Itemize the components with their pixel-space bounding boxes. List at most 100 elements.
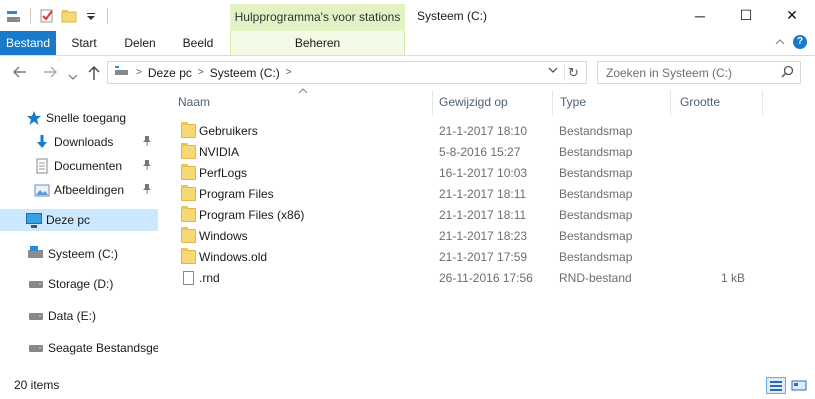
nav-item-deze-pc[interactable]: Deze pc (0, 209, 158, 231)
folder-icon (181, 206, 196, 222)
file-name: NVIDIA (199, 145, 240, 159)
large-icons-view-button[interactable] (789, 377, 809, 394)
nav-item-seagate[interactable]: Seagate Bestandsges (0, 337, 158, 359)
help-button[interactable]: ? (793, 35, 807, 49)
pin-icon[interactable] (142, 135, 152, 149)
column-divider[interactable] (670, 90, 671, 115)
back-arrow-icon[interactable] (12, 65, 28, 82)
drive-properties-icon[interactable] (6, 8, 22, 24)
drive-icon (28, 276, 44, 292)
breadcrumb-separator-icon: > (136, 67, 142, 78)
column-header-gewijzigd-op[interactable]: Gewijzigd op (439, 90, 551, 115)
tab-beheren[interactable]: Beheren (230, 31, 405, 55)
folder-icon (181, 143, 196, 159)
file-row[interactable]: NVIDIA 5-8-2016 15:27 Bestandsmap (175, 142, 755, 163)
file-modified: 16-1-2017 10:03 (439, 166, 528, 180)
file-type: RND-bestand (559, 271, 632, 285)
address-bar[interactable]: > Deze pc > Systeem (C:) > ↻ (107, 61, 587, 84)
file-modified: 21-1-2017 18:23 (439, 229, 528, 243)
file-name: Windows.old (199, 250, 268, 264)
file-size: 1 kB (720, 271, 745, 285)
customize-toolbar-icon[interactable] (83, 8, 99, 24)
breadcrumb-separator-icon[interactable]: > (286, 67, 292, 78)
column-header-type[interactable]: Type (560, 90, 668, 115)
ribbon-tab-bar: Bestand Start Delen Beeld Beheren (0, 31, 815, 56)
computer-small-icon (114, 64, 130, 81)
column-header-grootte[interactable]: Grootte (680, 90, 760, 115)
column-header-naam[interactable]: Naam (178, 90, 430, 115)
nav-item-storage-d[interactable]: Storage (D:) (0, 273, 158, 295)
nav-item-documenten[interactable]: Documenten (0, 155, 158, 177)
close-button[interactable]: ✕ (769, 0, 815, 31)
recent-locations-icon[interactable] (68, 68, 78, 84)
minimize-icon: ─ (695, 7, 705, 24)
file-type: Bestandsmap (559, 187, 633, 201)
file-icon (183, 271, 194, 285)
breadcrumb-separator-icon[interactable]: > (198, 67, 204, 78)
toolbar-separator (107, 8, 108, 24)
file-type: Bestandsmap (559, 250, 633, 264)
address-dropdown-icon[interactable] (548, 65, 558, 77)
windows-drive-icon (28, 246, 44, 262)
file-row[interactable]: PerfLogs 16-1-2017 10:03 Bestandsmap (175, 163, 755, 184)
file-type: Bestandsmap (559, 166, 633, 180)
nav-item-afbeeldingen[interactable]: Afbeeldingen (0, 179, 158, 201)
nav-item-label: Snelle toegang (46, 111, 127, 125)
nav-item-snelle-toegang[interactable]: Snelle toegang (0, 107, 158, 129)
computer-icon (26, 212, 42, 228)
nav-item-label: Data (E:) (48, 309, 97, 323)
file-row[interactable]: Program Files (x86) 21-1-2017 18:11 Best… (175, 205, 755, 226)
tab-delen[interactable]: Delen (112, 31, 168, 55)
maximize-icon: ☐ (739, 7, 753, 23)
refresh-icon[interactable]: ↻ (564, 64, 582, 81)
tab-bestand[interactable]: Bestand (0, 31, 56, 55)
file-row[interactable]: Windows 21-1-2017 18:23 Bestandsmap (175, 226, 755, 247)
nav-item-label: Storage (D:) (48, 277, 114, 291)
folder-icon (181, 185, 196, 201)
nav-item-label: Afbeeldingen (54, 183, 125, 197)
file-row[interactable]: Windows.old 21-1-2017 17:59 Bestandsmap (175, 247, 755, 268)
pin-icon[interactable] (142, 159, 152, 173)
column-divider[interactable] (432, 90, 433, 115)
navigation-pane: Snelle toegang Downloads Documenten Afbe… (0, 90, 158, 372)
pin-icon[interactable] (142, 183, 152, 197)
column-divider[interactable] (552, 90, 553, 115)
breadcrumb-systeem-c[interactable]: Systeem (C:) (210, 66, 280, 80)
properties-check-icon[interactable] (39, 8, 55, 24)
file-row[interactable]: Program Files 21-1-2017 18:11 Bestandsma… (175, 184, 755, 205)
item-count: 20 items (14, 378, 60, 392)
column-divider[interactable] (762, 90, 763, 115)
search-box[interactable]: Zoeken in Systeem (C:) (597, 61, 801, 84)
file-row[interactable]: .rnd 26-11-2016 17:56 RND-bestand 1 kB (175, 268, 755, 289)
document-icon (34, 158, 50, 174)
file-name: Gebruikers (199, 124, 258, 138)
nav-item-systeem-c[interactable]: Systeem (C:) (0, 243, 158, 265)
drive-icon (28, 340, 44, 356)
folder-icon (181, 248, 196, 264)
tab-start[interactable]: Start (56, 31, 112, 55)
file-modified: 21-1-2017 17:59 (439, 250, 528, 264)
nav-item-label: Seagate Bestandsges (48, 341, 158, 355)
tab-beeld[interactable]: Beeld (168, 31, 228, 55)
nav-item-data-e[interactable]: Data (E:) (0, 305, 158, 327)
file-row[interactable]: Gebruikers 21-1-2017 18:10 Bestandsmap (175, 121, 755, 142)
nav-item-label: Documenten (54, 159, 123, 173)
breadcrumb-deze-pc[interactable]: Deze pc (148, 66, 192, 80)
file-name: .rnd (199, 271, 220, 285)
file-modified: 21-1-2017 18:10 (439, 124, 528, 138)
up-arrow-icon[interactable] (87, 65, 101, 84)
breadcrumb: > Deze pc > Systeem (C:) > (114, 62, 292, 83)
maximize-button[interactable]: ☐ (723, 0, 769, 31)
chevron-up-icon[interactable] (775, 37, 785, 49)
minimize-button[interactable]: ─ (677, 0, 723, 31)
folder-icon (181, 122, 196, 138)
contextual-tab-group-title: Hulpprogramma's voor stations (230, 4, 405, 31)
details-view-button[interactable] (766, 377, 786, 394)
nav-item-downloads[interactable]: Downloads (0, 131, 158, 153)
forward-arrow-icon[interactable] (42, 65, 58, 82)
file-modified: 5-8-2016 15:27 (439, 145, 521, 159)
download-arrow-icon (34, 134, 50, 150)
new-folder-icon[interactable] (61, 8, 77, 24)
search-icon[interactable] (781, 65, 794, 81)
file-modified: 21-1-2017 18:11 (439, 187, 527, 201)
